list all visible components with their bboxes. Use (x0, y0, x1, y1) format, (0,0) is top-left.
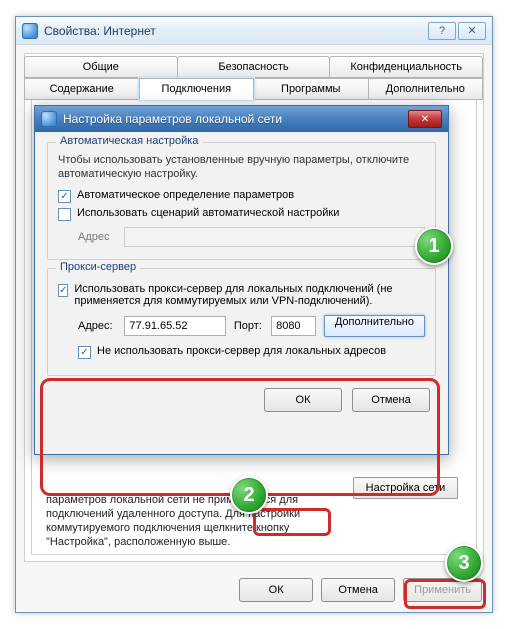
auto-detect-checkbox[interactable] (58, 190, 71, 203)
use-proxy-checkbox[interactable] (58, 284, 68, 297)
tab-privacy[interactable]: Конфиденциальность (329, 56, 483, 78)
lan-settings-dialog: Настройка параметров локальной сети ✕ Ав… (34, 105, 449, 455)
tab-security[interactable]: Безопасность (177, 56, 331, 78)
child-titlebar: Настройка параметров локальной сети ✕ (35, 106, 448, 132)
proxy-advanced-button[interactable]: Дополнительно (324, 315, 425, 337)
internet-options-icon (22, 23, 38, 39)
tabstrip: Общие Безопасность Конфиденциальность Со… (25, 54, 483, 100)
child-button-row: ОК Отмена (47, 384, 436, 412)
annotation-badge-3: 3 (445, 544, 483, 582)
parent-button-row: ОК Отмена Применить (239, 578, 482, 602)
parent-title: Свойства: Интернет (44, 24, 156, 38)
auto-script-label: Использовать сценарий автоматической нас… (77, 207, 339, 219)
tab-general[interactable]: Общие (24, 56, 178, 78)
use-proxy-label: Использовать прокси-сервер для локальных… (74, 283, 425, 307)
parent-cancel-button[interactable]: Отмена (321, 578, 395, 602)
auto-script-address-label: Адрес (78, 231, 118, 243)
auto-config-legend: Автоматическая настройка (56, 135, 202, 147)
proxy-group: Прокси-сервер Использовать прокси-сервер… (47, 268, 436, 376)
parent-apply-button[interactable]: Применить (403, 578, 482, 602)
child-cancel-button[interactable]: Отмена (352, 388, 430, 412)
proxy-port-label: Порт: (234, 320, 263, 332)
lan-hint-text: параметров локальной сети не применяются… (46, 493, 336, 549)
parent-ok-button[interactable]: ОК (239, 578, 313, 602)
bypass-local-label: Не использовать прокси-сервер для локаль… (97, 345, 386, 357)
child-ok-button[interactable]: ОК (264, 388, 342, 412)
lan-settings-icon (41, 111, 57, 127)
proxy-address-label: Адрес: (78, 320, 116, 332)
tab-advanced[interactable]: Дополнительно (368, 78, 484, 100)
child-body: Автоматическая настройка Чтобы использов… (35, 132, 448, 420)
tab-content[interactable]: Содержание (24, 78, 140, 100)
proxy-address-input[interactable]: 77.91.65.52 (124, 316, 225, 336)
auto-detect-label: Автоматическое определение параметров (77, 189, 294, 201)
auto-script-address-input (124, 227, 425, 247)
close-button[interactable]: ✕ (458, 22, 486, 40)
auto-script-checkbox[interactable] (58, 208, 71, 221)
lan-settings-button[interactable]: Настройка сети (353, 477, 458, 499)
auto-config-group: Автоматическая настройка Чтобы использов… (47, 142, 436, 260)
proxy-legend: Прокси-сервер (56, 261, 140, 273)
child-close-button[interactable]: ✕ (408, 110, 442, 128)
tab-connections[interactable]: Подключения (139, 78, 255, 100)
child-title: Настройка параметров локальной сети (63, 112, 282, 126)
auto-config-hint: Чтобы использовать установленные вручную… (58, 153, 425, 181)
parent-titlebar: Свойства: Интернет ? ✕ (16, 17, 492, 45)
annotation-badge-2: 2 (230, 476, 268, 514)
annotation-badge-1: 1 (415, 227, 453, 265)
bypass-local-checkbox[interactable] (78, 346, 91, 359)
tab-programs[interactable]: Программы (253, 78, 369, 100)
help-button[interactable]: ? (428, 22, 456, 40)
proxy-port-input[interactable]: 8080 (271, 316, 316, 336)
